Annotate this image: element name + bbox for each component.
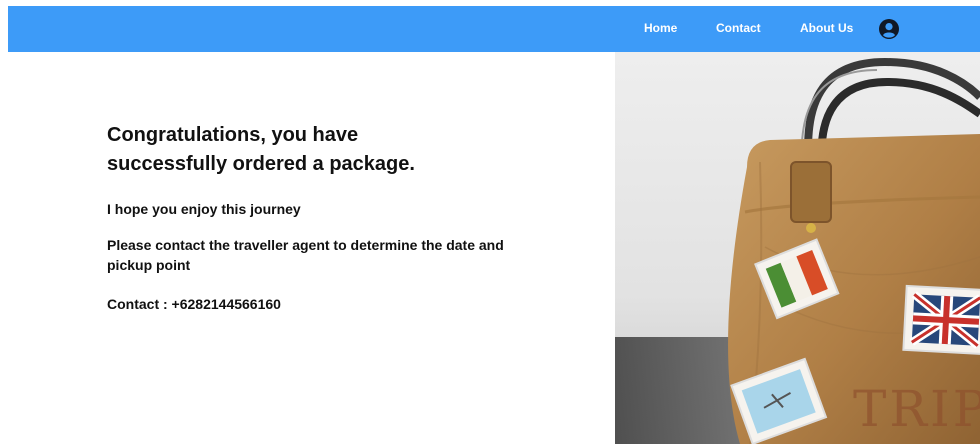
nav-home-link[interactable]: Home <box>644 21 677 35</box>
top-navbar: Home Contact About Us <box>8 6 980 52</box>
nav-about-link[interactable]: About Us <box>800 21 853 35</box>
user-circle-icon[interactable] <box>879 19 899 39</box>
enjoy-message: I hope you enjoy this journey <box>107 201 301 217</box>
nav-contact-link[interactable]: Contact <box>716 21 761 35</box>
contact-number: Contact : +6282144566160 <box>107 296 281 312</box>
confirmation-heading: Congratulations, you have successfully o… <box>107 124 415 175</box>
agent-instruction: Please contact the traveller agent to de… <box>107 237 504 273</box>
travel-suitcase-image: TRIP <box>615 52 980 444</box>
order-confirmation: Congratulations, you have successfully o… <box>107 121 577 312</box>
suitcase-trip-text: TRIP <box>853 380 980 438</box>
